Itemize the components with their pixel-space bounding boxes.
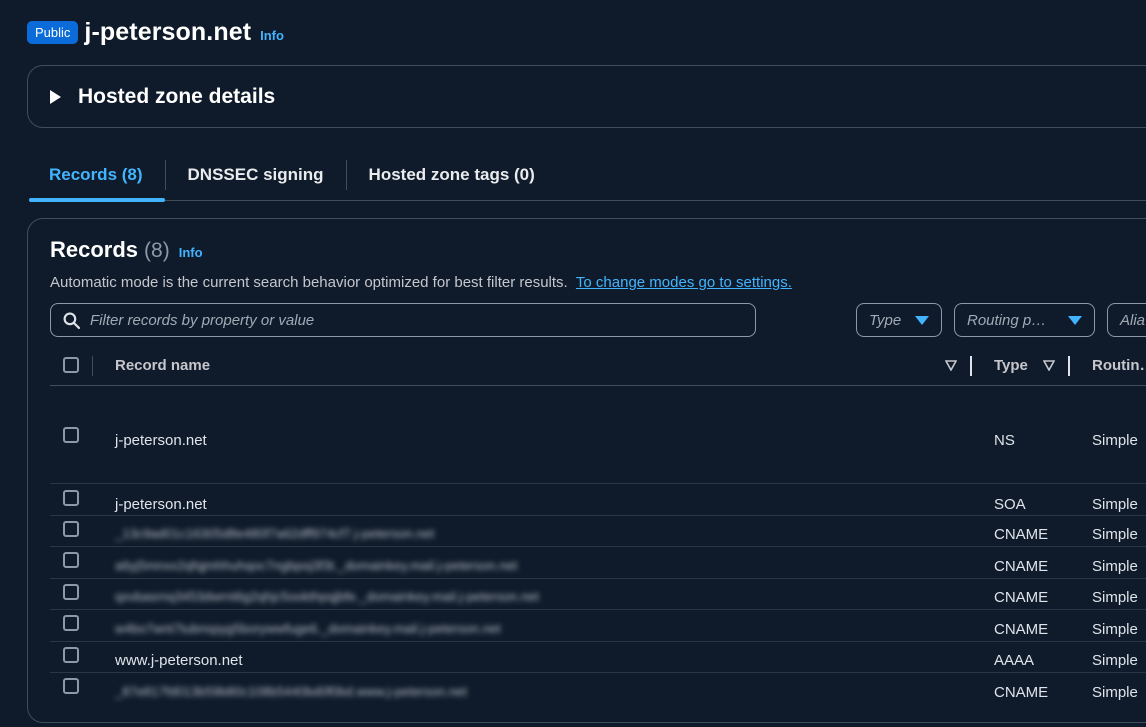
header-info-link[interactable]: Info — [260, 28, 284, 43]
record-type-cell: CNAME — [994, 684, 1049, 701]
table-row[interactable]: j-peterson.net NS Simple — [50, 387, 1146, 484]
record-name-cell: www.j-peterson.net — [115, 652, 243, 669]
record-name-cell: _87e817fd013b59b80c108b5440bd0f0bd.www.j… — [115, 684, 468, 699]
row-checkbox[interactable] — [63, 427, 79, 443]
tab-bar: Records (8) DNSSEC signing Hosted zone t… — [29, 150, 1146, 202]
routing-policy-cell: Simple — [1092, 589, 1138, 606]
routing-policy-cell: Simple — [1092, 432, 1138, 449]
routing-policy-cell: Simple — [1092, 652, 1138, 669]
record-name-cell: a6yj5mnxx2qfqjmhhuhqoc7ngbpoj3f3t._domai… — [115, 558, 518, 573]
row-checkbox[interactable] — [63, 552, 79, 568]
record-type-cell: CNAME — [994, 589, 1049, 606]
column-header-record-name[interactable]: Record name — [115, 357, 210, 374]
column-divider — [92, 356, 93, 376]
page-header: Public j-peterson.net Info — [27, 14, 284, 50]
record-type-cell: SOA — [994, 496, 1026, 513]
record-type-cell: NS — [994, 432, 1015, 449]
type-filter-dropdown[interactable]: Type — [856, 303, 942, 337]
record-type-cell: AAAA — [994, 652, 1035, 669]
tab-hosted-zone-tags[interactable]: Hosted zone tags (0) — [347, 150, 557, 200]
record-name-cell: j-peterson.net — [115, 496, 207, 513]
table-row[interactable]: _87e817fd013b59b80c108b5440bd0f0bd.www.j… — [50, 673, 1146, 705]
record-type-cell: CNAME — [994, 526, 1049, 543]
type-filter-label: Type — [869, 311, 902, 329]
search-placeholder: Filter records by property or value — [90, 311, 315, 329]
row-checkbox[interactable] — [63, 615, 79, 631]
tab-tags-label: Hosted zone tags (0) — [368, 165, 535, 184]
tab-records[interactable]: Records (8) — [29, 150, 165, 202]
routing-policy-cell: Simple — [1092, 558, 1138, 575]
table-row[interactable]: qxvbasrnq3453dwrnt6g2qhjc5ookthpqjbfe._d… — [50, 579, 1146, 610]
sort-descending-icon[interactable] — [1043, 360, 1055, 371]
row-checkbox[interactable] — [63, 490, 79, 506]
record-name-cell: qxvbasrnq3453dwrnt6g2qhjc5ookthpqjbfe._d… — [115, 589, 539, 604]
records-title: Records — [50, 237, 139, 262]
column-resizer[interactable] — [1068, 356, 1070, 376]
search-mode-text: Automatic mode is the current search beh… — [50, 274, 568, 291]
routing-filter-label: Routing p… — [967, 311, 1047, 329]
routing-policy-cell: Simple — [1092, 684, 1138, 701]
records-info-link[interactable]: Info — [179, 245, 203, 260]
chevron-down-icon — [915, 315, 929, 325]
record-type-cell: CNAME — [994, 558, 1049, 575]
records-heading: Records (8) Info — [50, 237, 203, 263]
table-header: Record name Type Routin… — [50, 347, 1146, 386]
record-name-cell: j-peterson.net — [115, 432, 207, 449]
tab-dnssec-signing[interactable]: DNSSEC signing — [166, 150, 346, 200]
column-resizer[interactable] — [970, 356, 972, 376]
routing-policy-cell: Simple — [1092, 621, 1138, 638]
routing-policy-cell: Simple — [1092, 496, 1138, 513]
chevron-down-icon — [1068, 315, 1082, 325]
hosted-zone-details-label: Hosted zone details — [78, 84, 276, 108]
routing-policy-cell: Simple — [1092, 526, 1138, 543]
records-count: (8) — [144, 239, 170, 262]
sort-descending-icon[interactable] — [945, 360, 957, 371]
column-header-type[interactable]: Type — [994, 357, 1028, 374]
search-input[interactable]: Filter records by property or value — [50, 303, 756, 337]
caret-right-icon — [50, 89, 61, 104]
row-checkbox[interactable] — [63, 521, 79, 537]
record-name-cell: w4bo7wnt7tubnspyg5borywwfuge6._domainkey… — [115, 621, 501, 636]
select-all-checkbox[interactable] — [63, 357, 79, 373]
row-checkbox[interactable] — [63, 584, 79, 600]
alias-filter-label: Alia — [1120, 311, 1146, 329]
page-title: j-peterson.net — [84, 17, 252, 46]
tab-records-label: Records (8) — [49, 165, 143, 184]
search-mode-description: Automatic mode is the current search beh… — [50, 274, 792, 291]
table-row[interactable]: w4bo7wnt7tubnspyg5borywwfuge6._domainkey… — [50, 610, 1146, 642]
tab-dnssec-label: DNSSEC signing — [187, 165, 324, 184]
routing-policy-filter-dropdown[interactable]: Routing p… — [954, 303, 1095, 337]
column-header-routing[interactable]: Routin… — [1092, 357, 1146, 374]
records-panel: Records (8) Info Automatic mode is the c… — [27, 218, 1146, 723]
table-row[interactable]: www.j-peterson.net AAAA Simple — [50, 642, 1146, 673]
search-icon — [63, 312, 80, 329]
row-checkbox[interactable] — [63, 647, 79, 663]
table-row[interactable]: j-peterson.net SOA Simple — [50, 484, 1146, 516]
table-row[interactable]: _13c9ad01c16305d8e480f7a62dff974cf7.j-pe… — [50, 516, 1146, 547]
record-type-cell: CNAME — [994, 621, 1049, 638]
hosted-zone-details-expander[interactable]: Hosted zone details — [27, 65, 1146, 128]
table-row[interactable]: a6yj5mnxx2qfqjmhhuhqoc7ngbpoj3f3t._domai… — [50, 547, 1146, 579]
public-badge: Public — [27, 20, 79, 44]
record-name-cell: _13c9ad01c16305d8e480f7a62dff974cf7.j-pe… — [115, 526, 435, 541]
settings-link[interactable]: To change modes go to settings. — [576, 274, 792, 291]
row-checkbox[interactable] — [63, 678, 79, 694]
alias-filter-dropdown[interactable]: Alia — [1107, 303, 1146, 337]
